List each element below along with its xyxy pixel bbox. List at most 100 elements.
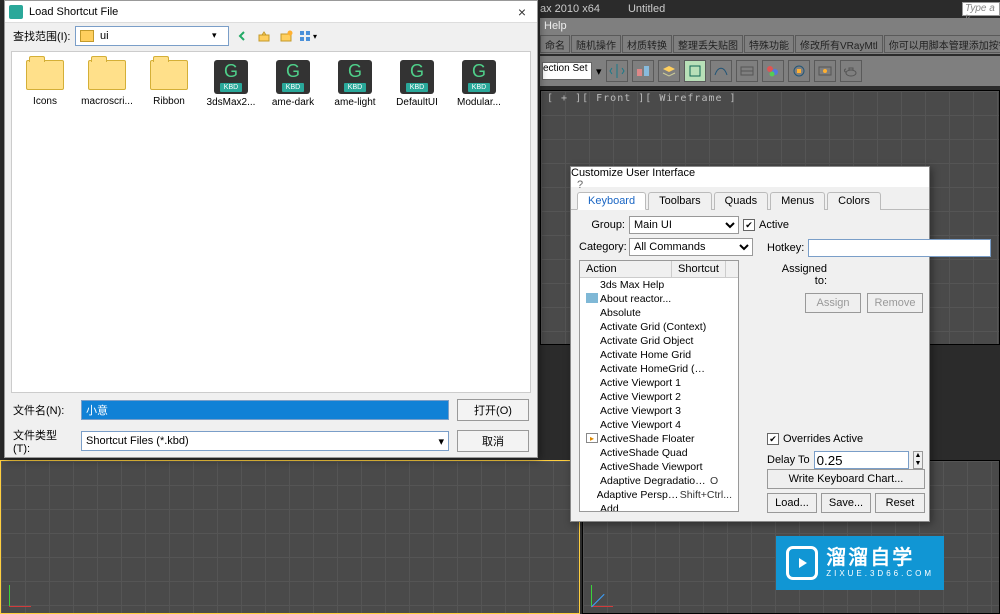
action-row[interactable]: About reactor... — [580, 292, 738, 306]
dialog-title: Customize User Interface — [571, 167, 929, 179]
script-button[interactable]: 修改所有VRayMtl — [795, 35, 883, 53]
save-button[interactable]: Save... — [821, 493, 871, 513]
tab-keyboard[interactable]: Keyboard — [577, 192, 646, 210]
folder-icon — [80, 30, 94, 42]
render-setup-icon[interactable] — [788, 60, 810, 82]
cancel-button[interactable]: 取消 — [457, 430, 529, 452]
file-dialog: Load Shortcut File × 查找范围(I): ui ▾ ▾ Ico… — [4, 0, 538, 458]
script-button[interactable]: 整理丢失贴图 — [673, 35, 743, 53]
new-folder-icon[interactable] — [277, 27, 295, 45]
action-row[interactable]: Active Viewport 3 — [580, 404, 738, 418]
file-item[interactable]: GKBDModular... — [454, 60, 504, 108]
file-label: DefaultUI — [396, 97, 438, 108]
tab-quads[interactable]: Quads — [714, 192, 768, 210]
lookin-value: ui — [100, 30, 109, 42]
file-item[interactable]: Ribbon — [144, 60, 194, 107]
selection-set-combo[interactable]: ection Set — [542, 62, 592, 80]
kbd-icon: GKBD — [462, 60, 496, 94]
file-item[interactable]: GKBD3dsMax2... — [206, 60, 256, 108]
back-icon[interactable] — [233, 27, 251, 45]
close-icon[interactable]: × — [511, 3, 533, 21]
hotkey-input[interactable] — [808, 239, 991, 257]
overrides-checkbox[interactable]: ✔ — [767, 433, 779, 445]
material-icon[interactable] — [762, 60, 784, 82]
file-label: ame-light — [334, 97, 375, 108]
action-row[interactable]: Add — [580, 502, 738, 512]
script-button[interactable]: 随机操作 — [571, 35, 621, 53]
file-item[interactable]: GKBD ame-light — [330, 60, 380, 108]
menu-help[interactable]: Help — [544, 20, 567, 32]
open-button[interactable]: 打开(O) — [457, 399, 529, 421]
watermark-title: 溜溜自学 — [826, 548, 934, 568]
spinner[interactable]: ▲▼ — [913, 451, 923, 469]
selection-toolbar: ection Set ▾ — [540, 56, 1000, 86]
tab-colors[interactable]: Colors — [827, 192, 881, 210]
action-row[interactable]: Activate Home Grid — [580, 348, 738, 362]
viewport-label: [ + ][ Front ][ Wireframe ] — [547, 93, 737, 104]
align-icon[interactable] — [632, 60, 654, 82]
script-button[interactable]: 特殊功能 — [744, 35, 794, 53]
lookin-combo[interactable]: ui ▾ — [75, 26, 229, 46]
folder-icon — [150, 60, 188, 90]
action-row[interactable]: Adaptive Perspective ...Shift+Ctrl... — [580, 488, 738, 502]
col-action: Action — [580, 261, 672, 277]
tab-toolbars[interactable]: Toolbars — [648, 192, 712, 210]
active-label: Active — [759, 219, 789, 231]
action-row[interactable]: Activate HomeGrid (Co... — [580, 362, 738, 376]
tab-menus[interactable]: Menus — [770, 192, 825, 210]
action-row[interactable]: ActiveShade Quad — [580, 446, 738, 460]
app-version: ax 2010 x64 — [540, 3, 600, 15]
render-frame-icon[interactable] — [814, 60, 836, 82]
file-item[interactable]: Icons — [20, 60, 70, 107]
schematic-icon[interactable] — [684, 60, 706, 82]
action-row[interactable]: 3ds Max Help — [580, 278, 738, 292]
kbd-icon: GKBD — [338, 60, 372, 94]
remove-button[interactable]: Remove — [867, 293, 923, 313]
script-button[interactable]: 材质转换 — [622, 35, 672, 53]
action-row[interactable]: Active Viewport 4 — [580, 418, 738, 432]
script-button[interactable]: 你可以用脚本管理添加按钮到此处 — [884, 35, 1000, 53]
script-button[interactable]: 命名 — [540, 35, 570, 53]
reset-button[interactable]: Reset — [875, 493, 925, 513]
action-row[interactable]: Activate Grid (Context) — [580, 320, 738, 334]
filetype-label: 文件类型(T): — [13, 427, 73, 455]
layers-icon[interactable] — [658, 60, 680, 82]
category-select[interactable]: All Commands — [629, 238, 753, 256]
script-toolbar: 命名随机操作材质转换整理丢失贴图特殊功能修改所有VRayMtl你可以用脚本管理添… — [540, 34, 1000, 54]
action-row[interactable]: ▸ActiveShade Floater — [580, 432, 738, 446]
load-button[interactable]: Load... — [767, 493, 817, 513]
mirror-icon[interactable] — [606, 60, 628, 82]
file-item[interactable]: GKBDame-dark — [268, 60, 318, 108]
watermark: 溜溜自学 ZIXUE.3D66.COM — [776, 536, 944, 590]
file-item[interactable]: GKBDDefaultUI — [392, 60, 442, 108]
viewport-left[interactable] — [0, 460, 580, 614]
filename-input[interactable] — [81, 400, 449, 420]
filename-label: 文件名(N): — [13, 402, 73, 418]
action-list[interactable]: Action Shortcut 3ds Max HelpAbout reacto… — [579, 260, 739, 512]
active-checkbox[interactable]: ✔ — [743, 219, 755, 231]
delay-label: Delay To — [767, 454, 810, 466]
action-row[interactable]: Adaptive Degradation ...O — [580, 474, 738, 488]
file-label: Ribbon — [153, 96, 185, 107]
filetype-combo[interactable]: Shortcut Files (*.kbd)▾ — [81, 431, 449, 451]
col-shortcut: Shortcut — [672, 261, 726, 277]
group-select[interactable]: Main UI — [629, 216, 739, 234]
file-label: Icons — [33, 96, 57, 107]
action-row[interactable]: Active Viewport 2 — [580, 390, 738, 404]
view-menu-icon[interactable]: ▾ — [299, 27, 317, 45]
file-list[interactable]: Iconsmacroscri...RibbonGKBD3dsMax2...GKB… — [11, 51, 531, 393]
search-input[interactable]: Type a k — [962, 2, 1000, 16]
file-item[interactable]: macroscri... — [82, 60, 132, 107]
write-chart-button[interactable]: Write Keyboard Chart... — [767, 469, 925, 489]
up-icon[interactable] — [255, 27, 273, 45]
action-row[interactable]: Activate Grid Object — [580, 334, 738, 348]
curve-editor-icon[interactable] — [710, 60, 732, 82]
action-row[interactable]: Active Viewport 1 — [580, 376, 738, 390]
action-row[interactable]: ActiveShade Viewport — [580, 460, 738, 474]
action-row[interactable]: Absolute — [580, 306, 738, 320]
assign-button[interactable]: Assign — [805, 293, 861, 313]
delay-input[interactable] — [814, 451, 909, 469]
play-icon — [786, 546, 818, 580]
teapot-icon[interactable] — [840, 60, 862, 82]
dope-icon[interactable] — [736, 60, 758, 82]
